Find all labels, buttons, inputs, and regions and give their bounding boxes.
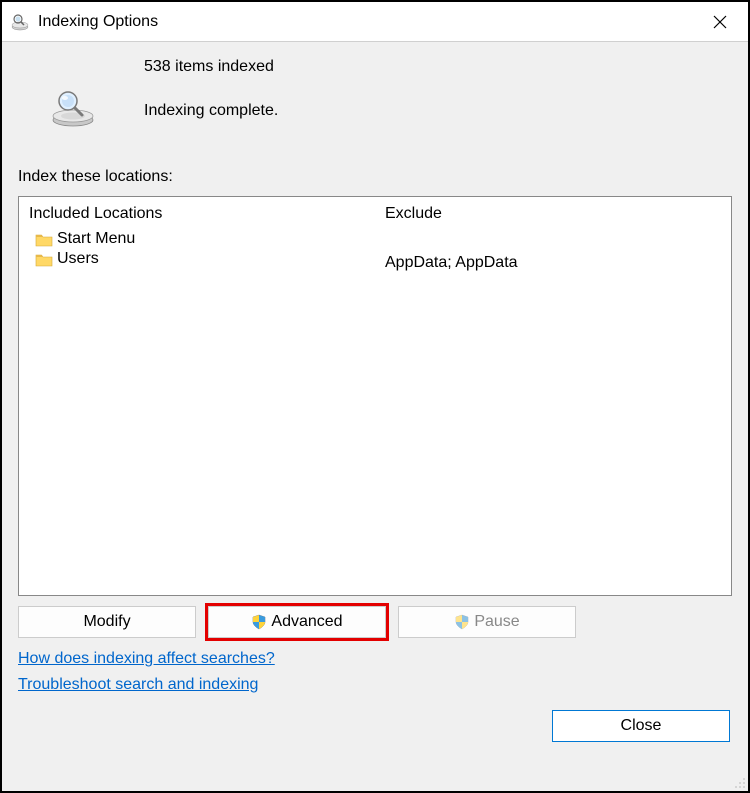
exclude-header: Exclude [385, 205, 721, 223]
close-icon[interactable] [698, 7, 742, 37]
help-link-troubleshoot[interactable]: Troubleshoot search and indexing [18, 676, 258, 693]
advanced-button[interactable]: Advanced [208, 606, 386, 638]
locations-listbox[interactable]: Included Locations Start Menu [18, 196, 732, 596]
list-item-label: Start Menu [57, 230, 135, 248]
close-button-label: Close [621, 717, 662, 735]
magnifier-drive-icon [18, 58, 128, 128]
list-item-label: Users [57, 250, 99, 268]
indexing-options-icon [10, 12, 30, 32]
list-item[interactable]: Users [35, 249, 365, 269]
folder-icon [35, 252, 53, 267]
resize-grip-icon[interactable] [732, 775, 746, 789]
indexing-status-text: Indexing complete. [144, 102, 732, 120]
indexing-options-window: Indexing Options 538 [0, 0, 750, 793]
exclude-item-blank [385, 229, 721, 253]
footer-row: Close [18, 710, 732, 750]
index-locations-label: Index these locations: [18, 168, 732, 186]
pause-button-label: Pause [474, 613, 519, 631]
list-item[interactable]: Start Menu [35, 229, 365, 249]
uac-shield-icon [251, 614, 267, 630]
folder-icon [35, 232, 53, 247]
button-row: Modify Advanced [18, 606, 732, 638]
items-indexed-text: 538 items indexed [144, 58, 732, 76]
included-locations-column: Included Locations Start Menu [19, 197, 375, 595]
window-title: Indexing Options [38, 13, 698, 31]
titlebar: Indexing Options [2, 2, 748, 42]
advanced-button-label: Advanced [271, 613, 342, 631]
status-row: 538 items indexed Indexing complete. [18, 58, 732, 128]
uac-shield-icon [454, 614, 470, 630]
included-locations-header: Included Locations [29, 205, 365, 223]
exclude-item: AppData; AppData [385, 253, 721, 273]
modify-button[interactable]: Modify [18, 606, 196, 638]
close-button[interactable]: Close [552, 710, 730, 742]
pause-button: Pause [398, 606, 576, 638]
exclude-column: Exclude AppData; AppData [375, 197, 731, 595]
content-area: 538 items indexed Indexing complete. Ind… [2, 42, 748, 791]
help-link-indexing-affect[interactable]: How does indexing affect searches? [18, 650, 275, 667]
status-text-block: 538 items indexed Indexing complete. [128, 58, 732, 120]
modify-button-label: Modify [83, 613, 130, 631]
